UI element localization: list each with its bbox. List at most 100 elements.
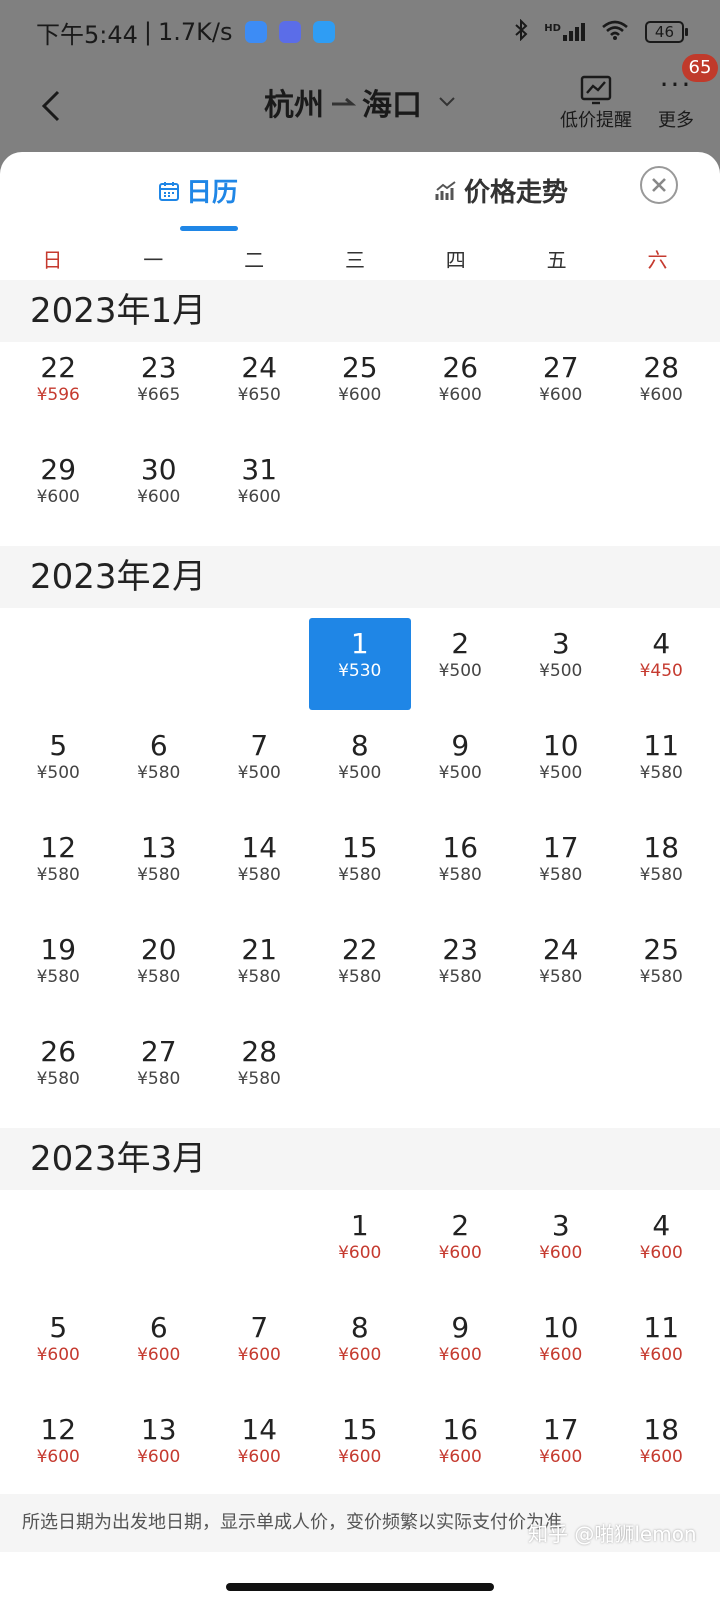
day-cell[interactable]: 15 ¥580 xyxy=(310,822,411,924)
day-number: 25 xyxy=(643,933,680,966)
day-price: ¥580 xyxy=(137,763,181,783)
day-cell[interactable]: 5 ¥500 xyxy=(8,720,109,822)
day-cell[interactable]: 9 ¥600 xyxy=(410,1302,511,1404)
day-cell[interactable]: 24 ¥580 xyxy=(511,924,612,1026)
day-cell[interactable]: 12 ¥580 xyxy=(8,822,109,924)
day-cell[interactable]: 11 ¥600 xyxy=(611,1302,712,1404)
day-cell[interactable]: 4 ¥600 xyxy=(611,1200,712,1302)
day-cell[interactable]: 3 ¥500 xyxy=(511,618,612,720)
more-button[interactable]: ··· 更多 xyxy=(658,71,694,132)
day-price: ¥580 xyxy=(36,967,80,987)
day-number: 22 xyxy=(40,351,77,384)
day-cell[interactable]: 4 ¥450 xyxy=(611,618,712,720)
day-cell[interactable]: 30 ¥600 xyxy=(109,444,210,546)
day-cell[interactable]: 14 ¥600 xyxy=(209,1404,310,1506)
day-cell-selected[interactable]: 1 ¥530 xyxy=(308,618,411,710)
day-cell[interactable]: 7 ¥500 xyxy=(209,720,310,822)
day-cell[interactable]: 24 ¥650 xyxy=(209,342,310,444)
price-alert-button[interactable]: 低价提醒 xyxy=(560,72,632,132)
home-indicator[interactable] xyxy=(226,1583,494,1591)
day-cell[interactable]: 6 ¥580 xyxy=(109,720,210,822)
day-cell[interactable]: 8 ¥600 xyxy=(310,1302,411,1404)
day-price: ¥580 xyxy=(539,865,583,885)
day-number: 28 xyxy=(643,351,680,384)
day-cell[interactable]: 12 ¥600 xyxy=(8,1404,109,1506)
day-price: ¥600 xyxy=(338,1447,382,1467)
day-cell[interactable]: 18 ¥600 xyxy=(611,1404,712,1506)
day-cell[interactable]: 16 ¥580 xyxy=(410,822,511,924)
status-right: HD 46 xyxy=(514,18,689,46)
day-cell[interactable]: 14 ¥580 xyxy=(209,822,310,924)
day-cell[interactable]: 13 ¥600 xyxy=(109,1404,210,1506)
day-price: ¥580 xyxy=(438,967,482,987)
status-left: 下午5:44 | 1.7K/s xyxy=(36,15,335,50)
day-number: 10 xyxy=(542,1311,579,1344)
day-price: ¥500 xyxy=(539,661,583,681)
day-number: 21 xyxy=(241,933,278,966)
day-cell[interactable]: 8 ¥500 xyxy=(310,720,411,822)
day-cell[interactable]: 31 ¥600 xyxy=(209,444,310,546)
day-cell[interactable]: 18 ¥580 xyxy=(611,822,712,924)
day-cell[interactable]: 1 ¥600 xyxy=(310,1200,411,1302)
day-number: 1 xyxy=(350,627,369,660)
signal-icon: HD xyxy=(544,23,585,41)
close-button[interactable] xyxy=(640,166,678,204)
baidu-netdisk-icon xyxy=(244,21,267,43)
tab-price-trend[interactable]: 价格走势 xyxy=(434,172,568,209)
day-cell[interactable]: 11 ¥580 xyxy=(611,720,712,822)
day-cell[interactable]: 7 ¥600 xyxy=(209,1302,310,1404)
day-cell[interactable]: 25 ¥580 xyxy=(611,924,712,1026)
day-cell[interactable]: 3 ¥600 xyxy=(511,1200,612,1302)
day-cell[interactable]: 22 ¥596 xyxy=(8,342,109,444)
day-number: 15 xyxy=(341,831,378,864)
day-cell[interactable]: 26 ¥580 xyxy=(8,1026,109,1128)
day-cell[interactable]: 21 ¥580 xyxy=(209,924,310,1026)
day-cell[interactable]: 6 ¥600 xyxy=(109,1302,210,1404)
day-cell[interactable]: 22 ¥580 xyxy=(310,924,411,1026)
network-speed: 1.7K/s xyxy=(158,18,233,46)
day-cell[interactable]: 15 ¥600 xyxy=(310,1404,411,1506)
day-cell[interactable]: 25 ¥600 xyxy=(310,342,411,444)
weekday-label: 一 xyxy=(143,247,164,272)
day-cell[interactable]: 29 ¥600 xyxy=(8,444,109,546)
day-cell[interactable]: 17 ¥600 xyxy=(511,1404,612,1506)
day-cell[interactable]: 2 ¥600 xyxy=(410,1200,511,1302)
day-cell[interactable]: 23 ¥580 xyxy=(410,924,511,1026)
day-cell[interactable]: 27 ¥580 xyxy=(109,1026,210,1128)
day-cell[interactable]: 16 ¥600 xyxy=(410,1404,511,1506)
day-cell[interactable]: 28 ¥600 xyxy=(611,342,712,444)
day-cell[interactable]: 27 ¥600 xyxy=(511,342,612,444)
day-number: 27 xyxy=(140,1035,177,1068)
day-price: ¥500 xyxy=(438,763,482,783)
day-cell[interactable]: 26 ¥600 xyxy=(410,342,511,444)
day-cell[interactable]: 13 ¥580 xyxy=(109,822,210,924)
weekday-label: 四 xyxy=(445,247,466,272)
day-cell[interactable]: 23 ¥665 xyxy=(109,342,210,444)
day-cell[interactable]: 20 ¥580 xyxy=(109,924,210,1026)
day-number: 29 xyxy=(40,453,77,486)
day-number: 19 xyxy=(40,933,77,966)
day-price: ¥580 xyxy=(137,1069,181,1089)
tab-calendar[interactable]: 日历 xyxy=(158,172,238,209)
day-price: ¥580 xyxy=(237,1069,281,1089)
day-cell[interactable]: 2 ¥500 xyxy=(410,618,511,720)
day-price: ¥600 xyxy=(438,1447,482,1467)
day-cell[interactable]: 28 ¥580 xyxy=(209,1026,310,1128)
day-number: 2 xyxy=(451,627,470,660)
chevron-down-icon xyxy=(439,97,455,107)
day-price: ¥580 xyxy=(338,967,382,987)
day-price: ¥580 xyxy=(338,865,382,885)
wifi-icon xyxy=(601,20,629,45)
day-price: ¥500 xyxy=(438,661,482,681)
day-cell[interactable]: 17 ¥580 xyxy=(511,822,612,924)
weekday-label: 二 xyxy=(244,247,265,272)
day-cell[interactable]: 10 ¥500 xyxy=(511,720,612,822)
route-from: 杭州 xyxy=(264,88,324,123)
day-price: ¥600 xyxy=(438,385,482,405)
day-cell[interactable]: 5 ¥600 xyxy=(8,1302,109,1404)
day-cell[interactable]: 9 ¥500 xyxy=(410,720,511,822)
day-number: 9 xyxy=(451,729,470,762)
day-cell[interactable]: 19 ¥580 xyxy=(8,924,109,1026)
day-cell[interactable]: 10 ¥600 xyxy=(511,1302,612,1404)
day-number: 3 xyxy=(551,627,570,660)
